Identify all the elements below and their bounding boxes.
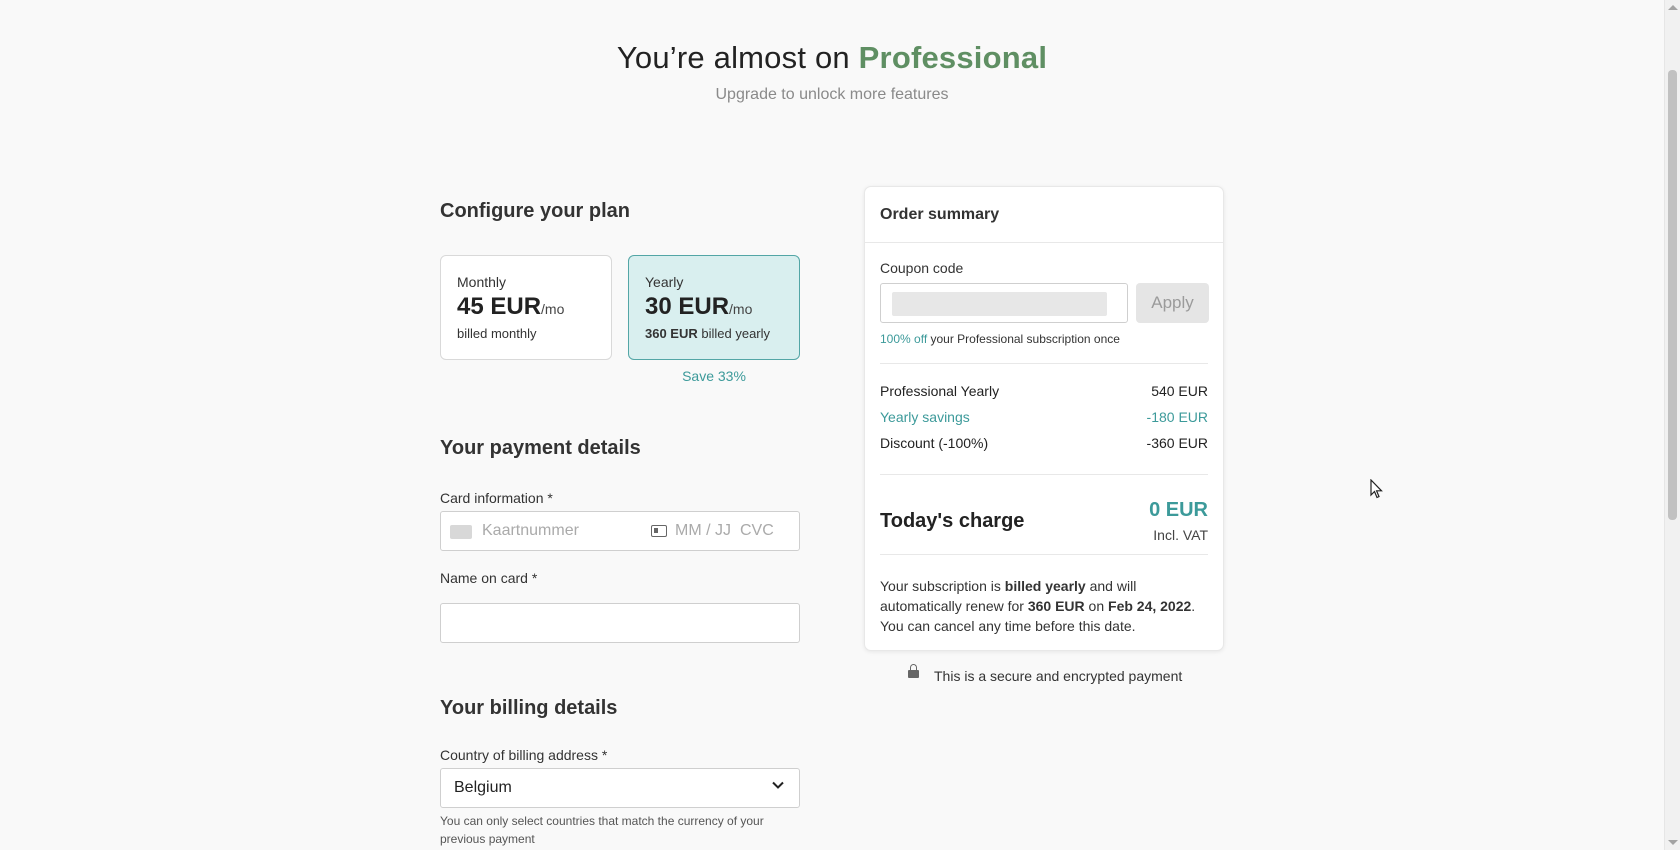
save-badge: Save 33% [682,368,746,384]
line-label: Discount (-100%) [880,435,989,451]
title-prefix: You’re almost on [616,40,850,75]
divider [880,554,1208,555]
credit-card-icon [450,525,472,539]
todays-charge-amount: 0 EUR [1149,499,1208,521]
scroll-up-arrow-icon[interactable] [1668,5,1678,10]
divider [880,474,1208,475]
plan-price: 45 EUR/mo [457,293,595,323]
plan-price: 30 EUR/mo [645,293,783,323]
todays-charge-label: Today's charge [880,510,1025,532]
lock-icon [908,664,919,678]
name-on-card-label: Name on card * [440,570,538,586]
price-period: /mo [729,301,753,317]
price-period: /mo [541,301,565,317]
plan-name-label: Yearly [645,274,684,290]
checkout-form: Configure your plan Monthly 45 EUR/mo bi… [440,200,800,846]
order-summary: Order summary Coupon code Apply 100% off… [864,186,1224,651]
line-value: -180 EUR [1146,409,1208,425]
coupon-code-label: Coupon code [880,260,964,276]
line-label: Professional Yearly [880,383,1000,399]
expiry-input[interactable]: MM / JJ [675,522,731,540]
plan-billing-note: billed monthly [457,326,537,341]
name-on-card-input[interactable] [440,603,800,643]
page-title: You’re almost on Professional [0,40,1664,76]
country-select[interactable]: Belgium [440,768,800,808]
renewal-amount: 360 EUR [1027,598,1085,614]
mouse-cursor-icon [1370,479,1383,499]
payment-details-title: Your payment details [440,437,641,459]
price-amount: 45 EUR [457,293,542,320]
page-header: You’re almost on Professional Upgrade to… [0,40,1664,104]
plan-option-monthly[interactable]: Monthly 45 EUR/mo billed monthly [440,255,612,360]
country-value: Belgium [454,779,512,796]
plan-name: Professional [858,40,1048,75]
order-summary-title: Order summary [880,206,1000,223]
billed-text: billed yearly [701,326,771,341]
vat-note: Incl. VAT [1153,527,1208,543]
divider [865,242,1223,243]
page-scrollbar[interactable] [1664,0,1680,850]
secure-payment-note: This is a secure and encrypted payment [934,668,1183,684]
page-subtitle: Upgrade to unlock more features [715,86,949,103]
configure-plan-title: Configure your plan [440,200,630,222]
renewal-text: Your subscription is [880,578,1005,594]
card-information-label: Card information * [440,490,553,506]
id-card-icon [651,525,667,537]
card-information-field[interactable]: Kaartnummer MM / JJ CVC [440,511,800,551]
line-label: Yearly savings [880,409,970,425]
plan-name-label: Monthly [457,274,507,290]
renewal-text: on [1084,598,1109,614]
coupon-note-text: your Professional subscription once [927,332,1120,346]
billed-amount: 360 EUR [645,326,698,341]
country-hint: You can only select countries that match… [440,814,764,846]
renewal-note: Your subscription is billed yearly and w… [880,576,1210,636]
cvc-input[interactable]: CVC [740,522,774,540]
renewal-date: Feb 24, 2022 [1108,598,1192,614]
coupon-code-input[interactable] [880,283,1128,323]
line-value: -360 EUR [1146,435,1208,451]
divider [880,363,1208,364]
scrollbar-thumb[interactable] [1668,70,1677,520]
billing-details-title: Your billing details [440,697,618,719]
country-label: Country of billing address * [440,747,608,763]
line-value: 540 EUR [1151,383,1208,399]
plan-option-yearly[interactable]: Yearly 30 EUR/mo 360 EUR billed yearly [628,255,800,360]
scroll-down-arrow-icon[interactable] [1668,840,1678,845]
price-amount: 30 EUR [645,293,730,320]
renewal-billing: billed yearly [1004,578,1086,594]
coupon-note: 100% off your Professional subscription … [880,332,1120,346]
coupon-code-value-redacted [892,292,1107,316]
plan-billing-note: 360 EUR billed yearly [645,326,783,341]
coupon-percent: 100% off [880,332,928,346]
apply-coupon-button[interactable]: Apply [1136,283,1209,323]
plan-options: Monthly 45 EUR/mo billed monthly Yearly … [440,255,800,395]
card-number-input[interactable]: Kaartnummer [482,522,579,540]
chevron-down-icon [771,778,785,795]
